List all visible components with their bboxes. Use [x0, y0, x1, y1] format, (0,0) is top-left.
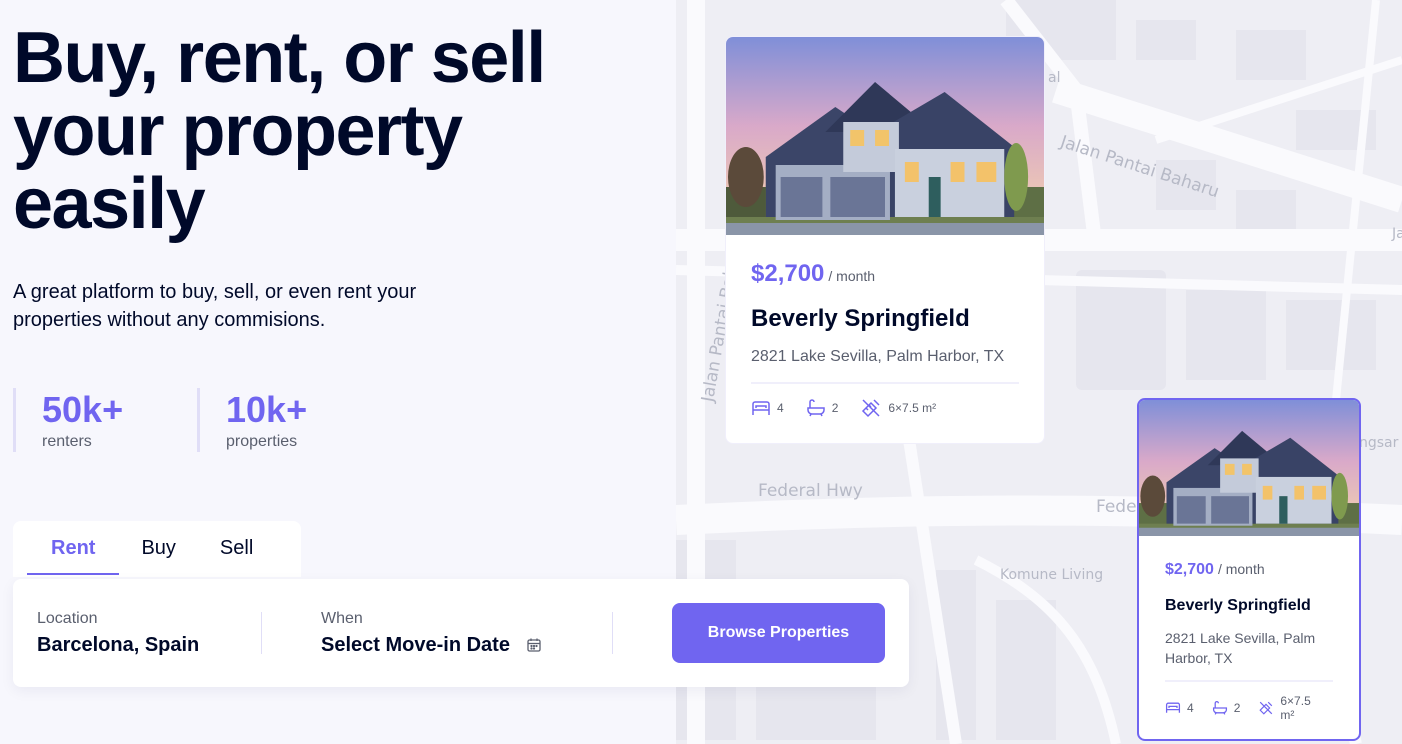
stat-label: properties	[226, 433, 298, 450]
when-label: When	[321, 610, 363, 627]
baths-feature: 2	[1212, 700, 1241, 716]
when-value-row[interactable]: Select Move-in Date	[321, 631, 542, 659]
field-divider	[261, 612, 262, 654]
size-value: 6×7.5 m²	[888, 400, 937, 415]
tab-sell[interactable]: Sell	[198, 521, 275, 575]
map-label-place: ngsar	[1359, 435, 1399, 451]
bath-icon	[806, 398, 826, 418]
property-features: 4 2 6×7.5 m²	[1165, 694, 1333, 722]
card-body: $2,700 / month Beverly Springfield 2821 …	[726, 235, 1044, 419]
property-name[interactable]: Beverly Springfield	[1165, 594, 1333, 618]
stat-properties: 10k+ properties	[197, 388, 307, 452]
card-body: $2,700 / month Beverly Springfield 2821 …	[1139, 536, 1359, 722]
size-value: 6×7.5 m²	[1280, 693, 1311, 722]
hero-title-line: your property	[13, 91, 463, 171]
bath-icon	[1212, 700, 1228, 716]
map-label-road: Federal Hwy	[758, 481, 863, 501]
property-address: 2821 Lake Sevilla, Palm Harbor, TX	[751, 348, 1005, 365]
field-divider	[612, 612, 613, 654]
location-value[interactable]: Barcelona, Spain	[37, 631, 199, 659]
size-feature: 6×7.5 m²	[1258, 694, 1315, 722]
calendar-icon[interactable]	[526, 637, 542, 653]
property-name[interactable]: Beverly Springfield	[751, 302, 1019, 336]
size-feature: 6×7.5 m²	[860, 397, 936, 419]
map-label-road: Fede	[1096, 497, 1137, 517]
property-image	[1139, 400, 1359, 536]
search-bar: Location Barcelona, Spain When Select Mo…	[13, 579, 909, 687]
stat-renters: 50k+ renters	[13, 388, 123, 452]
location-field[interactable]: Location Barcelona, Spain	[37, 609, 199, 659]
card-divider	[1165, 680, 1333, 682]
beds-count: 4	[777, 400, 784, 415]
property-card-selected[interactable]: $2,700 / month Beverly Springfield 2821 …	[1137, 398, 1361, 741]
property-card[interactable]: $2,700 / month Beverly Springfield 2821 …	[725, 36, 1045, 444]
price-row: $2,700 / month	[751, 257, 1019, 291]
card-divider	[751, 382, 1019, 384]
price-row: $2,700 / month	[1165, 558, 1333, 582]
hero-title-line: Buy, rent, or sell	[13, 18, 546, 98]
property-image	[726, 37, 1044, 235]
stat-value: 50k+	[42, 389, 124, 430]
location-label: Location	[37, 610, 98, 627]
when-value: Select Move-in Date	[321, 634, 510, 656]
baths-feature: 2	[806, 398, 839, 418]
tab-buy[interactable]: Buy	[119, 521, 197, 575]
stat-label: renters	[42, 433, 92, 450]
search-tabs: Rent Buy Sell	[13, 521, 301, 577]
beds-feature: 4	[751, 398, 784, 418]
beds-feature: 4	[1165, 700, 1194, 716]
price-period: / month	[1217, 561, 1265, 577]
when-field[interactable]: When Select Move-in Date	[321, 609, 542, 659]
property-price: $2,700	[751, 260, 825, 287]
hero-title: Buy, rent, or sell your property easily	[13, 22, 653, 241]
baths-count: 2	[1233, 700, 1241, 715]
beds-count: 4	[1187, 700, 1194, 715]
baths-count: 2	[831, 400, 839, 415]
bed-icon	[1165, 700, 1181, 716]
area-icon	[860, 397, 882, 419]
bed-icon	[751, 398, 771, 418]
price-period: / month	[828, 268, 876, 284]
map-label-place: Komune Living	[1000, 567, 1104, 583]
hero-subtitle: A great platform to buy, sell, or even r…	[13, 281, 417, 331]
stat-value: 10k+	[226, 389, 308, 430]
property-price: $2,700	[1165, 561, 1214, 578]
map-label-place: Ja	[1392, 226, 1402, 242]
property-features: 4 2 6×7.5 m²	[751, 397, 1019, 419]
property-address: 2821 Lake Sevilla, Palm Harbor, TX	[1165, 630, 1316, 666]
map-label-place: al	[1048, 70, 1061, 86]
area-icon	[1258, 700, 1274, 716]
hero-title-line: easily	[13, 164, 206, 244]
tab-rent[interactable]: Rent	[27, 521, 120, 575]
browse-properties-button[interactable]: Browse Properties	[672, 603, 885, 663]
